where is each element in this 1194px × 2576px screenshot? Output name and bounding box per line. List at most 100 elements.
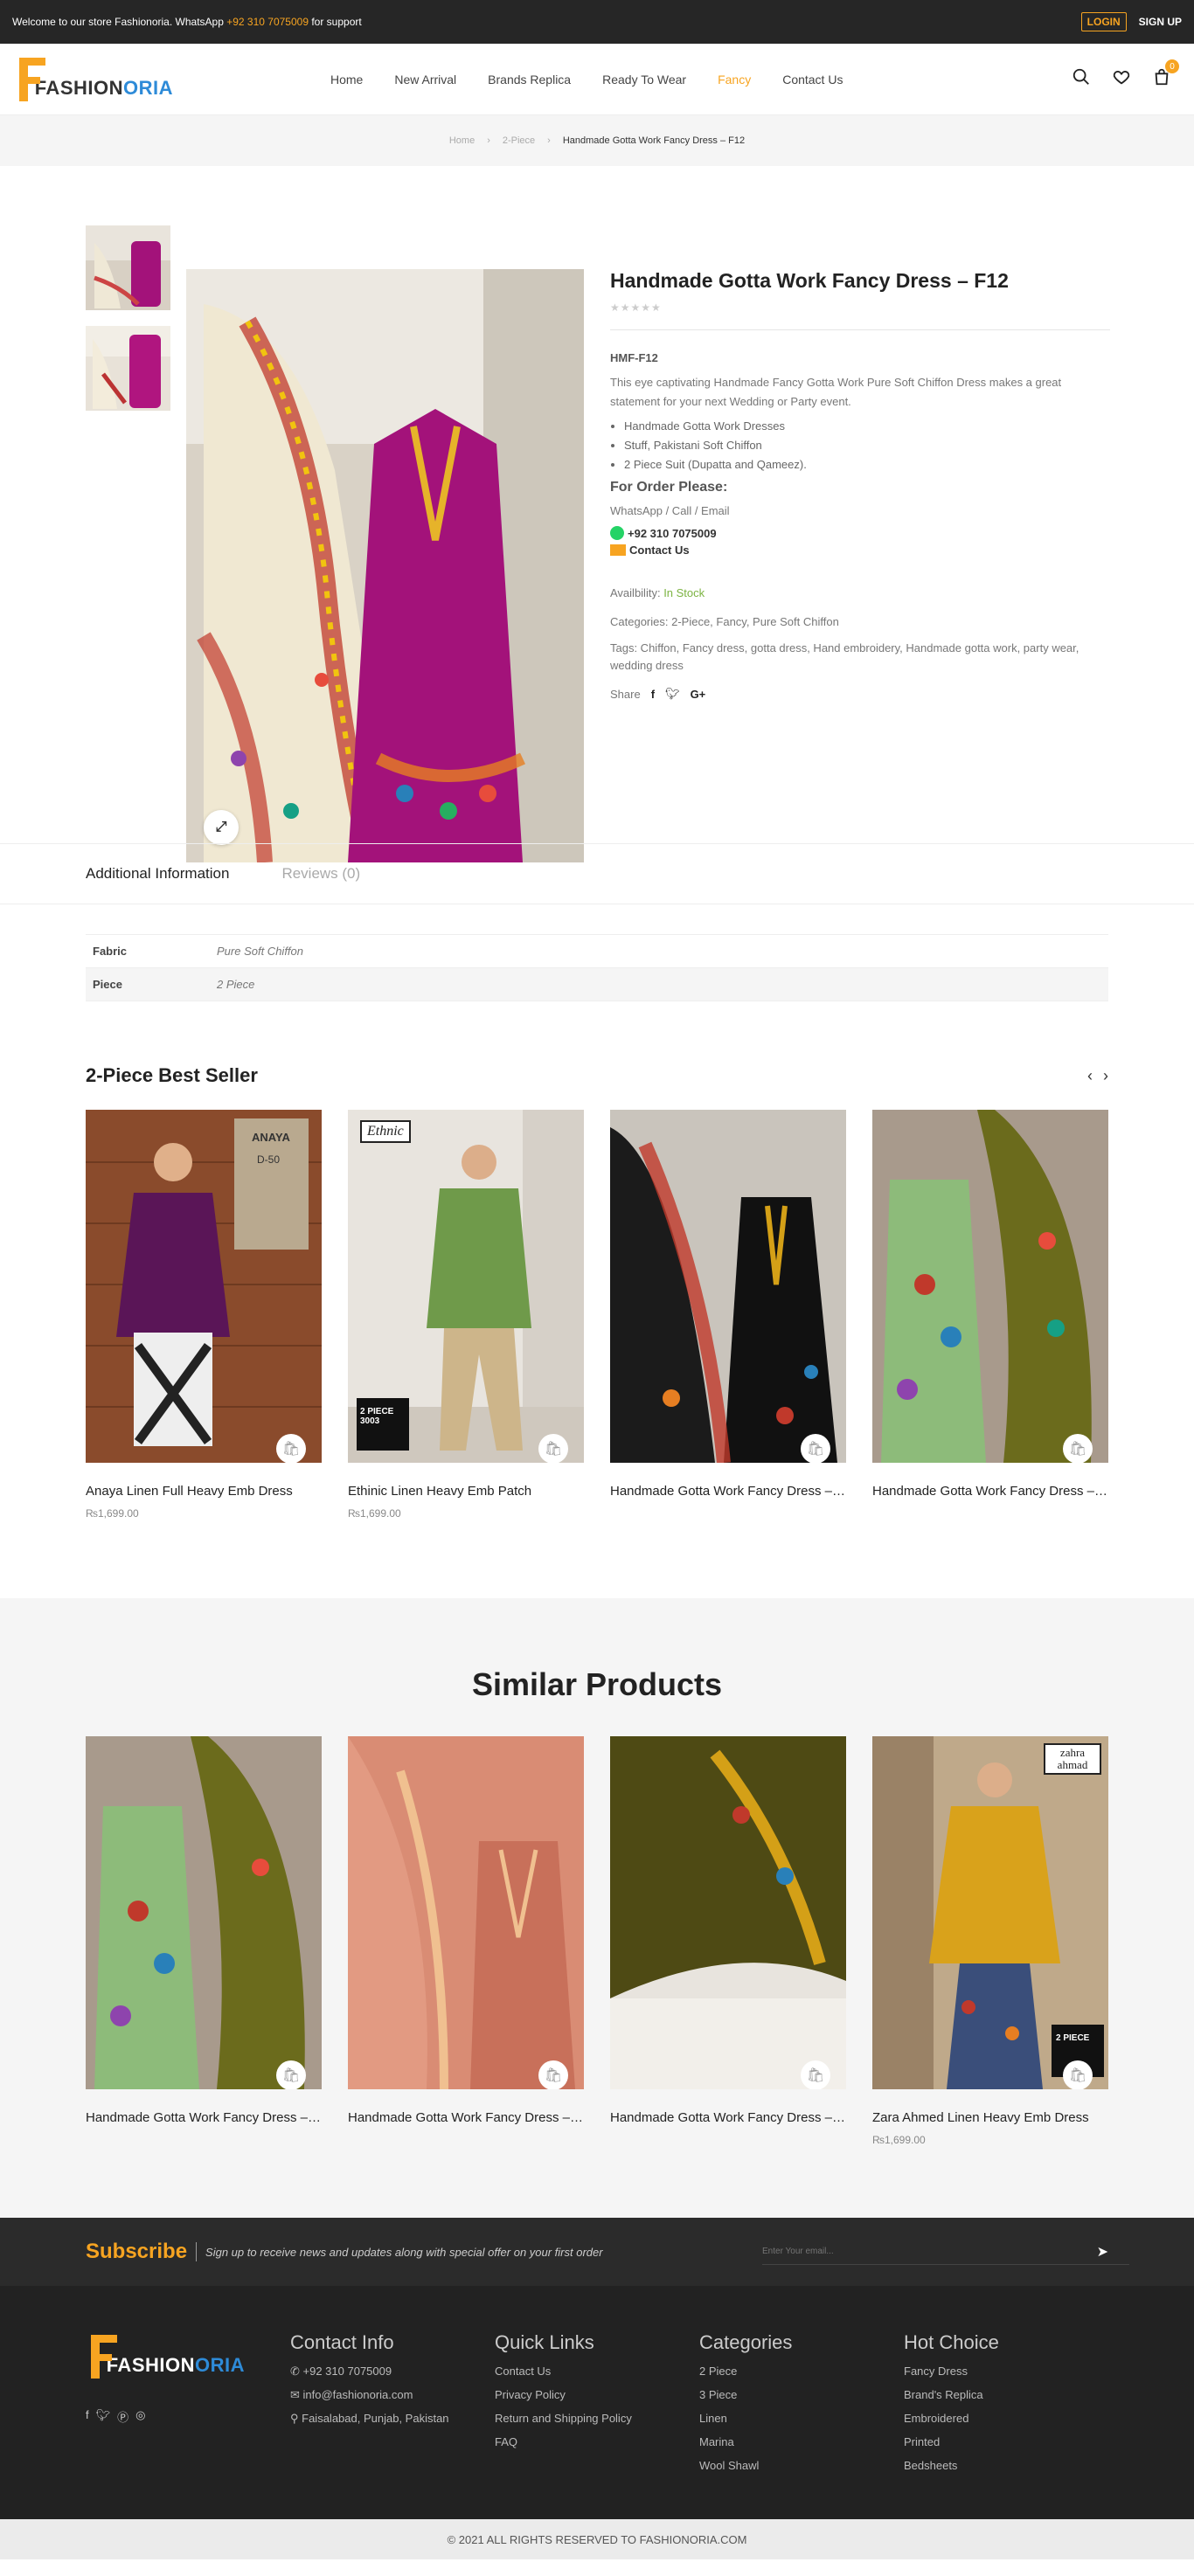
product-card-name[interactable]: Handmade Gotta Work Fancy Dress – F13 — [610, 1484, 846, 1499]
email-contact[interactable]: Contact Us — [610, 544, 1110, 557]
add-to-cart-button[interactable]: 🛍︎ — [538, 1434, 568, 1463]
product-card[interactable]: ANAYA D-50 🛍︎ Anaya Linen Full Heavy Emb… — [86, 1110, 322, 1520]
add-to-cart-button[interactable]: 🛍︎ — [276, 1434, 306, 1463]
footer-link[interactable]: Wool Shawl — [699, 2454, 904, 2477]
add-to-cart-button[interactable]: 🛍︎ — [1063, 2060, 1093, 2089]
product-card-name[interactable]: Zara Ahmed Linen Heavy Emb Dress — [872, 2110, 1108, 2125]
breadcrumb-category[interactable]: 2-Piece — [503, 135, 535, 146]
footer-link[interactable]: FAQ — [495, 2430, 699, 2454]
footer-link[interactable]: Fancy Dress — [904, 2359, 1108, 2383]
feature-item: Handmade Gotta Work Dresses — [624, 417, 1110, 436]
footer-link[interactable]: Linen — [699, 2406, 904, 2430]
product-card-image[interactable]: zahra ahmad 2 PIECE 🛍︎ — [872, 1736, 1108, 2089]
product-card-image[interactable]: 🛍︎ — [348, 1736, 584, 2089]
footer-email[interactable]: ✉ info@fashionoria.com — [290, 2383, 495, 2406]
footer-heading: Hot Choice — [904, 2331, 999, 2353]
product-card-image[interactable]: ANAYA D-50 🛍︎ — [86, 1110, 322, 1463]
whatsapp-number[interactable]: +92 310 7075009 — [226, 16, 309, 28]
product-tabs: Additional Information Reviews (0) — [0, 843, 1194, 904]
product-card-image[interactable]: Ethnic 2 PIECE 3003 🛍︎ — [348, 1110, 584, 1463]
add-to-cart-button[interactable]: 🛍︎ — [801, 2060, 830, 2089]
product-card[interactable]: 🛍︎ Handmade Gotta Work Fancy Dress – F14 — [872, 1110, 1108, 1520]
nav-brands-replica[interactable]: Brands Replica — [472, 73, 587, 87]
shopping-bag-icon: 🛍︎ — [806, 1442, 825, 1457]
contact-us-link[interactable]: Contact Us — [629, 544, 690, 557]
breadcrumb-home[interactable]: Home — [449, 135, 475, 146]
product-card-name[interactable]: Handmade Gotta Work Fancy Dress – F11 — [610, 2110, 846, 2125]
product-card[interactable]: 🛍︎ Handmade Gotta Work Fancy Dress – F11 — [610, 1736, 846, 2146]
product-categories[interactable]: Categories: 2-Piece, Fancy, Pure Soft Ch… — [610, 613, 1110, 631]
nav-new-arrival[interactable]: New Arrival — [378, 73, 472, 87]
nav-contact-us[interactable]: Contact Us — [767, 73, 858, 87]
rating-stars-icon[interactable]: ★★★★★ — [610, 301, 1110, 314]
login-button[interactable]: LOGIN — [1080, 12, 1127, 31]
twitter-icon[interactable]: 🐦︎ — [665, 687, 680, 701]
send-icon[interactable]: ➤ — [1097, 2243, 1108, 2261]
facebook-icon[interactable]: f — [86, 2408, 89, 2425]
pinterest-icon[interactable]: Ⓟ — [117, 2408, 128, 2425]
product-card-name[interactable]: Handmade Gotta Work Fancy Dress – F10 — [348, 2110, 584, 2125]
whatsapp-phone[interactable]: +92 310 7075009 — [628, 527, 717, 540]
add-to-cart-button[interactable]: 🛍︎ — [538, 2060, 568, 2089]
footer-logo[interactable]: FASHIONORIA — [86, 2335, 245, 2379]
whatsapp-contact[interactable]: +92 310 7075009 — [610, 526, 1110, 540]
tab-additional-information[interactable]: Additional Information — [86, 865, 229, 883]
footer-link[interactable]: 2 Piece — [699, 2359, 904, 2383]
subscribe-text: Sign up to receive news and updates alon… — [205, 2245, 603, 2259]
product-thumbnail[interactable] — [86, 326, 170, 411]
product-tags[interactable]: Tags: Chiffon, Fancy dress, gotta dress,… — [610, 640, 1110, 675]
expand-image-button[interactable]: ⤢ — [204, 810, 239, 845]
product-card[interactable]: zahra ahmad 2 PIECE 🛍︎ Zara Ahmed Linen … — [872, 1736, 1108, 2146]
chevron-right-icon[interactable]: › — [1103, 1067, 1108, 1085]
facebook-icon[interactable]: f — [651, 688, 655, 701]
product-card-image[interactable]: 🛍︎ — [86, 1736, 322, 2089]
divider — [610, 329, 1110, 330]
footer-link[interactable]: Brand's Replica — [904, 2383, 1108, 2406]
product-card[interactable]: 🛍︎ Handmade Gotta Work Fancy Dress – F10 — [348, 1736, 584, 2146]
product-card[interactable]: 🛍︎ Handmade Gotta Work Fancy Dress – F13 — [610, 1110, 846, 1520]
product-card[interactable]: Ethnic 2 PIECE 3003 🛍︎ Ethinic Linen Hea… — [348, 1110, 584, 1520]
email-input[interactable] — [762, 2239, 1129, 2265]
footer-link[interactable]: 3 Piece — [699, 2383, 904, 2406]
similar-grid: 🛍︎ Handmade Gotta Work Fancy Dress – F14… — [86, 1736, 1108, 2146]
add-to-cart-button[interactable]: 🛍︎ — [1063, 1434, 1093, 1463]
footer-link[interactable]: Return and Shipping Policy — [495, 2406, 699, 2430]
chevron-left-icon[interactable]: ‹ — [1087, 1067, 1093, 1085]
product-card-name[interactable]: Ethinic Linen Heavy Emb Patch — [348, 1484, 584, 1499]
feature-item: 2 Piece Suit (Dupatta and Qameez). — [624, 455, 1110, 474]
envelope-icon — [610, 544, 626, 556]
wishlist-heart-icon[interactable] — [1112, 67, 1131, 91]
product-thumbnail[interactable] — [86, 225, 170, 310]
site-logo[interactable]: FASHIONORIA — [14, 57, 173, 101]
footer-link[interactable]: Embroidered — [904, 2406, 1108, 2430]
product-main-image[interactable]: ⤢ — [186, 269, 584, 862]
product-card-name[interactable]: Handmade Gotta Work Fancy Dress – F14 — [86, 2110, 322, 2125]
twitter-icon[interactable]: 🐦︎ — [96, 2408, 111, 2425]
footer-heading: Quick Links — [495, 2331, 594, 2353]
google-plus-icon[interactable]: G+ — [691, 688, 706, 701]
add-to-cart-button[interactable]: 🛍︎ — [276, 2060, 306, 2089]
footer-phone[interactable]: ✆ +92 310 7075009 — [290, 2359, 495, 2383]
footer-link[interactable]: Contact Us — [495, 2359, 699, 2383]
search-icon[interactable] — [1072, 67, 1091, 91]
tab-reviews[interactable]: Reviews (0) — [281, 865, 360, 883]
logo-text-1: FASHION — [106, 2354, 195, 2376]
product-card-image[interactable]: 🛍︎ — [610, 1736, 846, 2089]
instagram-icon[interactable]: ◎ — [135, 2408, 145, 2425]
breadcrumb-current: Handmade Gotta Work Fancy Dress – F12 — [562, 135, 746, 146]
product-card-name[interactable]: Handmade Gotta Work Fancy Dress – F14 — [872, 1484, 1108, 1499]
nav-fancy[interactable]: Fancy — [702, 73, 767, 87]
product-card-image[interactable]: 🛍︎ — [872, 1110, 1108, 1463]
footer-link[interactable]: Printed — [904, 2430, 1108, 2454]
add-to-cart-button[interactable]: 🛍︎ — [801, 1434, 830, 1463]
product-card-name[interactable]: Anaya Linen Full Heavy Emb Dress — [86, 1484, 322, 1499]
footer-link[interactable]: Bedsheets — [904, 2454, 1108, 2477]
cart-icon[interactable]: 0 — [1152, 59, 1179, 91]
footer-link[interactable]: Privacy Policy — [495, 2383, 699, 2406]
footer-link[interactable]: Marina — [699, 2430, 904, 2454]
nav-home[interactable]: Home — [315, 73, 378, 87]
signup-button[interactable]: SIGN UP — [1139, 16, 1182, 28]
product-card-image[interactable]: 🛍︎ — [610, 1110, 846, 1463]
product-card[interactable]: 🛍︎ Handmade Gotta Work Fancy Dress – F14 — [86, 1736, 322, 2146]
nav-ready-to-wear[interactable]: Ready To Wear — [587, 73, 702, 87]
